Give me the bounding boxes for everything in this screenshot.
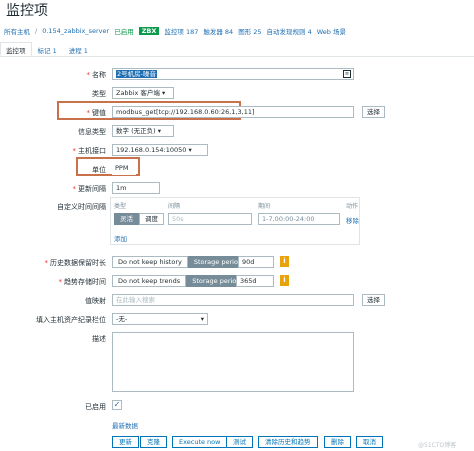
- name-input[interactable]: 2号机房-噪音: [112, 68, 354, 80]
- input-menu-icon[interactable]: ≡: [343, 70, 351, 78]
- ci-period-input[interactable]: 1-7,00:00-24:00: [258, 213, 340, 225]
- watermark: @51CTO博客: [418, 442, 457, 449]
- breadcrumb-discovery[interactable]: 自动发现规则 4: [267, 26, 312, 36]
- trends-input[interactable]: 365d: [236, 275, 274, 287]
- host-interface-label: * 主机接口: [72, 147, 107, 155]
- breadcrumb-graphs[interactable]: 图形 25: [238, 26, 261, 36]
- tab-divider: [0, 56, 474, 57]
- inventory-select[interactable]: -无- ▾: [112, 313, 208, 325]
- update-button[interactable]: 更新: [112, 436, 139, 448]
- ci-col-period: 期间: [258, 203, 271, 210]
- key-select-button[interactable]: 选择: [362, 106, 385, 118]
- tab-bar: 监控项 标记 1 进程 1: [0, 42, 94, 56]
- ci-remove-link[interactable]: 移除: [346, 215, 359, 225]
- trends-mode-toggle[interactable]: Do not keep trends Storage period: [112, 275, 247, 287]
- enabled-label: 已启用: [85, 403, 106, 411]
- tab-tags[interactable]: 标记 1: [32, 42, 63, 56]
- type-select[interactable]: Zabbix 客户端 ▾: [112, 87, 174, 99]
- ci-col-action: 动作: [346, 203, 359, 210]
- info-type-select[interactable]: 数字 (无正负) ▾: [112, 125, 174, 137]
- units-label: 单位: [92, 166, 106, 174]
- history-label: * 历史数据保留时长: [44, 259, 107, 267]
- valuemap-input[interactable]: 在此输入搜索: [112, 294, 354, 306]
- ci-flexible-option[interactable]: 灵活: [114, 213, 139, 225]
- interval-input[interactable]: 1m: [112, 182, 160, 194]
- units-input[interactable]: PPM: [112, 163, 136, 175]
- tab-preprocessing[interactable]: 进程 1: [63, 42, 94, 56]
- history-warning-icon[interactable]: i: [280, 256, 289, 267]
- cancel-button[interactable]: 取消: [356, 436, 383, 448]
- enabled-checkbox[interactable]: ✓: [112, 400, 122, 410]
- interval-label: * 更新间隔: [72, 185, 107, 193]
- history-no-keep-option[interactable]: Do not keep history: [112, 256, 188, 268]
- ci-type-toggle[interactable]: 灵活 调度: [114, 213, 164, 225]
- ci-scheduling-option[interactable]: 调度: [139, 213, 164, 225]
- key-input[interactable]: modbus_get[tcp://192.168.0.60:26,1,3,11]: [112, 106, 354, 118]
- breadcrumb-host[interactable]: 0.154_zabbix_server: [42, 27, 109, 35]
- valuemap-select-button[interactable]: 选择: [362, 294, 385, 306]
- trends-no-keep-option[interactable]: Do not keep trends: [112, 275, 187, 287]
- type-label: 类型: [92, 90, 106, 98]
- host-interface-select[interactable]: 192.168.0.154:10050 ▾: [112, 144, 208, 156]
- description-label: 描述: [92, 335, 106, 343]
- page-title: 监控项: [6, 3, 48, 19]
- history-input[interactable]: 90d: [238, 256, 274, 268]
- zbx-availability-badge: ZBX: [138, 27, 160, 35]
- breadcrumb: 所有主机 / 0.154_zabbix_server 已启用 ZBX 监控项 1…: [0, 22, 474, 40]
- test-button[interactable]: 测试: [226, 436, 253, 448]
- custom-interval-label: 自定义时间间隔: [57, 203, 106, 211]
- valuemap-label: 值映射: [85, 297, 106, 305]
- info-type-label: 信息类型: [78, 128, 106, 136]
- latest-data-link[interactable]: 最新数据: [112, 420, 138, 430]
- host-status-enabled[interactable]: 已启用: [114, 26, 134, 36]
- history-mode-toggle[interactable]: Do not keep history Storage period: [112, 256, 249, 268]
- description-textarea[interactable]: [112, 332, 354, 392]
- breadcrumb-items[interactable]: 监控项 187: [164, 26, 198, 36]
- trends-label: * 趋势存储时间: [58, 278, 107, 286]
- trends-warning-icon[interactable]: i: [280, 275, 289, 286]
- ci-interval-input[interactable]: 50s: [168, 213, 252, 225]
- breadcrumb-all-hosts[interactable]: 所有主机: [4, 26, 30, 36]
- breadcrumb-triggers[interactable]: 触发器 84: [203, 26, 233, 36]
- clear-history-button[interactable]: 清除历史和趋势: [258, 436, 318, 448]
- breadcrumb-separator: /: [35, 27, 38, 35]
- ci-add-link[interactable]: 添加: [114, 233, 127, 243]
- key-label: * 键值: [86, 109, 107, 117]
- breadcrumb-web[interactable]: Web 场景: [317, 26, 346, 36]
- execute-now-button[interactable]: Execute now: [172, 436, 228, 448]
- ci-col-interval: 间隔: [168, 203, 181, 210]
- ci-col-type: 类型: [114, 203, 127, 210]
- name-label: * 名称: [86, 71, 107, 79]
- delete-button[interactable]: 删除: [324, 436, 351, 448]
- tab-item[interactable]: 监控项: [0, 42, 32, 56]
- clone-button[interactable]: 克隆: [140, 436, 167, 448]
- inventory-label: 填入主机资产纪录栏位: [36, 316, 106, 324]
